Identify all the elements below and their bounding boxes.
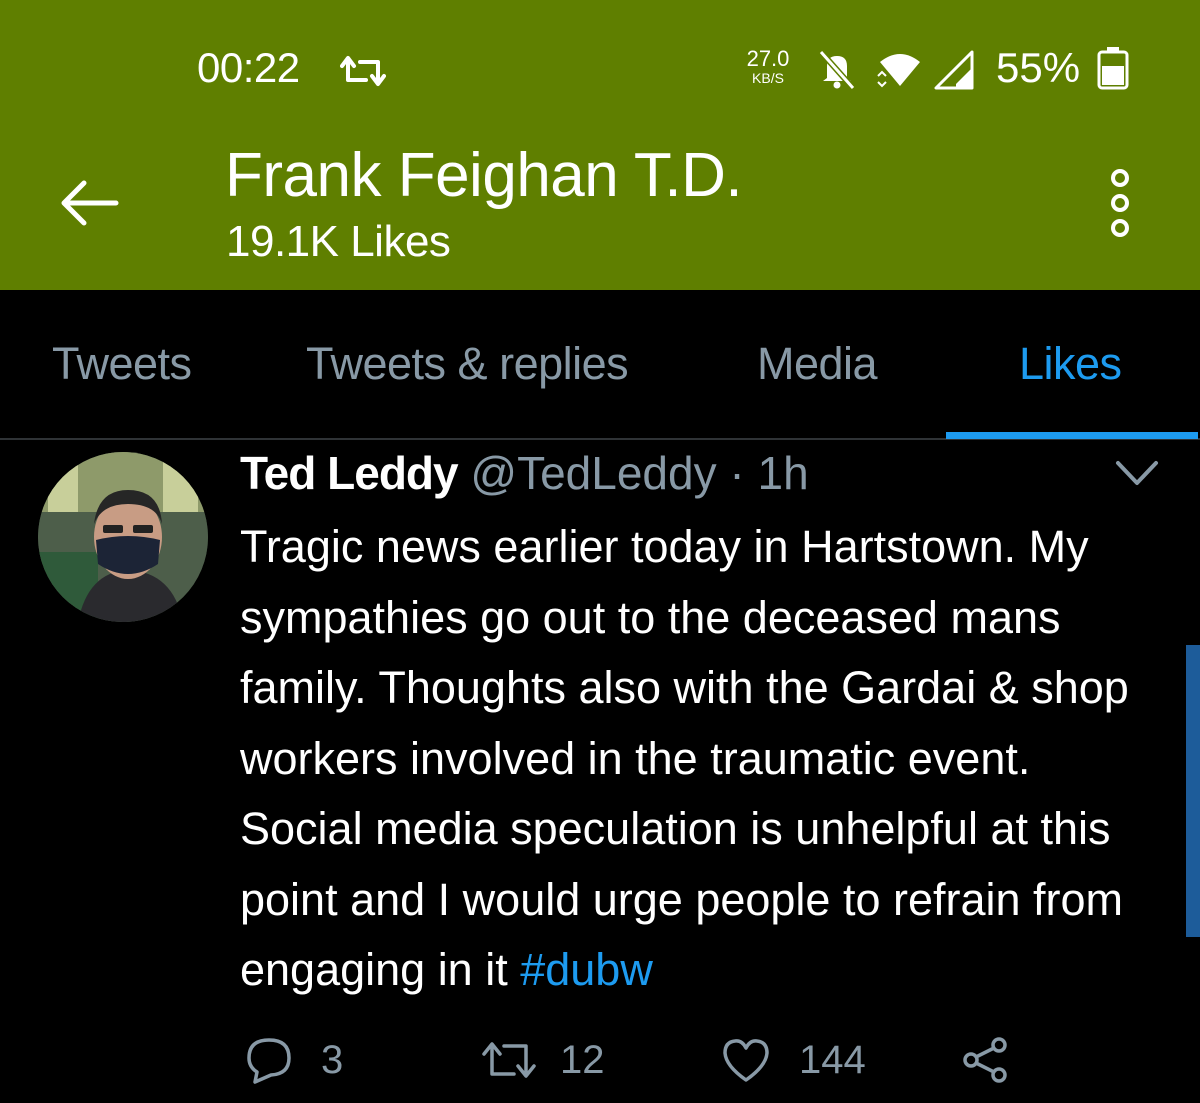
retweet-count: 12 [560,1038,605,1082]
tab-tweets[interactable]: Tweets [52,338,192,390]
retweet-button[interactable]: 12 [480,1034,610,1090]
tweet-text-line: family. Thoughts also with the Gardai & … [240,662,1129,713]
app-header: 00:22 27.0 KB/S 55% Frank Feighan T.D. 1… [0,0,1200,290]
network-speed-unit: KB/S [752,70,784,86]
header-separator: · [729,447,745,499]
retweet-icon [482,1042,536,1078]
tab-tweets-and-replies[interactable]: Tweets & replies [306,338,629,390]
avatar[interactable] [38,452,208,622]
reply-icon [247,1038,291,1084]
profile-name: Frank Feighan T.D. [225,141,743,210]
tweet-text-line: engaging in it [240,944,521,995]
share-button[interactable] [960,1034,1012,1090]
author-name[interactable]: Ted Leddy [240,447,459,499]
tab-likes[interactable]: Likes [1019,338,1122,390]
tweet-text-line: point and I would urge people to refrain… [240,873,1124,925]
battery-percentage: 55% [996,44,1081,91]
tweet-text-last-line: engaging in it #dubw [240,935,1160,1006]
reply-count: 3 [321,1038,344,1082]
network-speed: 27.0 KB/S [742,46,794,86]
hashtag-link[interactable]: #dubw [520,944,653,995]
back-arrow-icon[interactable] [58,176,120,230]
tweet-text-line: Tragic news earlier today in Hartstown. … [240,521,1089,572]
tweet-header: Ted Leddy @TedLeddy · 1h [240,446,809,500]
tweet-text-line: Social media speculation is unhelpful at… [240,803,1111,854]
tweet-text-line: sympathies go out to the deceased mans [240,591,1061,643]
like-button[interactable]: 144 [720,1034,870,1090]
bell-off-icon [818,50,856,90]
tweet-text: Tragic news earlier today in Hartstown. … [240,512,1160,1006]
network-speed-value: 27.0 [746,46,790,71]
more-options-icon[interactable] [1100,166,1140,240]
tweet-timestamp: 1h [757,447,809,499]
avatar-image [38,452,208,622]
like-count: 144 [799,1038,866,1082]
signal-icon [934,50,974,90]
heart-icon [723,1039,769,1082]
scrollbar[interactable] [1186,645,1200,937]
share-icon [963,1037,1007,1083]
battery-icon [1097,47,1129,90]
profile-tabs: Tweets Tweets & replies Media Likes [0,290,1200,440]
tab-media[interactable]: Media [757,338,878,390]
chevron-down-icon[interactable] [1112,455,1162,491]
retweet-notification-icon [340,56,386,86]
wifi-icon [877,54,920,88]
active-tab-indicator [946,432,1198,439]
author-handle[interactable]: @TedLeddy [470,447,716,499]
tweet-text-line: workers involved in the traumatic event. [240,732,1031,784]
reply-button[interactable]: 3 [243,1034,363,1090]
profile-likes-count: 19.1K Likes [226,217,451,266]
status-time: 00:22 [197,44,300,91]
